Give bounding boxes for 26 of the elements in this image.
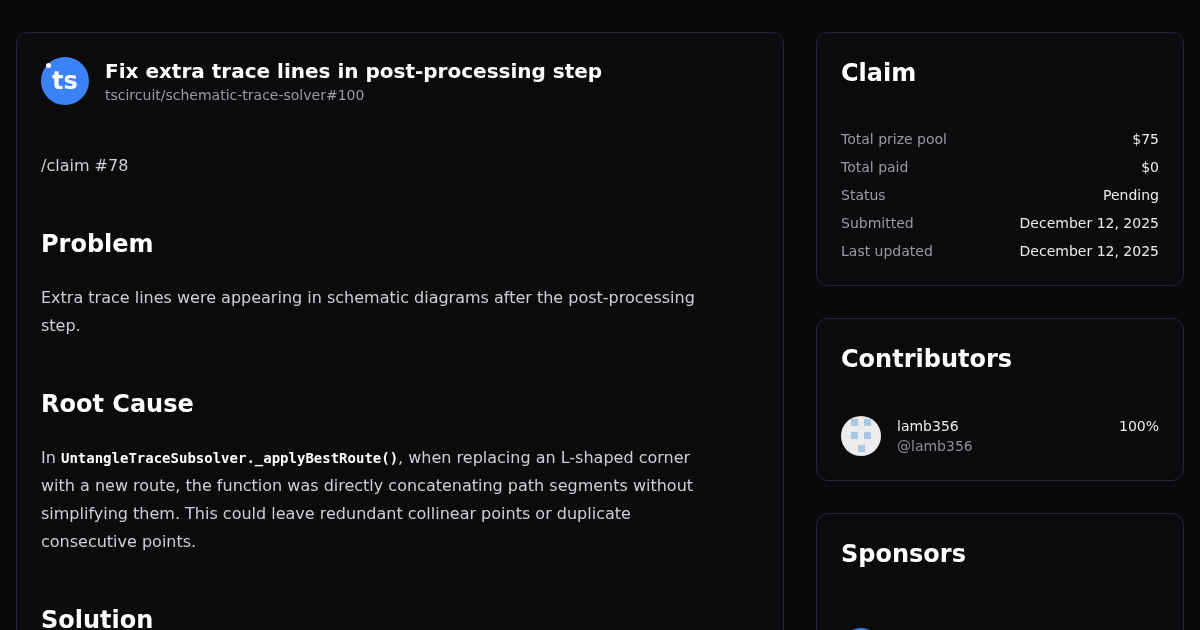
body-paragraph: Extra trace lines were appearing in schematic diagrams after the post-processing step. xyxy=(41,287,696,337)
contributor-name[interactable]: lamb356 xyxy=(897,416,959,436)
claim-value: December 12, 2025 xyxy=(1019,242,1159,261)
claim-label: Last updated xyxy=(841,242,933,261)
claim-value: $75 xyxy=(1132,130,1159,149)
section-heading: Problem xyxy=(41,229,154,260)
contributor-handle: @lamb356 xyxy=(897,437,973,456)
logo-text: ts xyxy=(52,69,78,93)
claim-value: Pending xyxy=(1103,186,1159,205)
body-paragraph: /claim #78 xyxy=(41,155,129,177)
identicon-avatar-icon xyxy=(841,416,881,456)
section-heading: Solution xyxy=(41,605,154,630)
section-heading: Root Cause xyxy=(41,389,194,420)
card-title: Sponsors xyxy=(841,539,967,570)
body-paragraph: In UntangleTraceSubsolver._applyBestRoute(), when replacing an L-shaped corner with a new route, the function was directly concatenating path segments without simplifying them. This could leave redundant collinear points or duplicate consecutive points. xyxy=(41,447,695,553)
contributor-share: 100% xyxy=(1118,417,1159,436)
repo-reference[interactable]: tscircuit/schematic-trace-solver#100 xyxy=(105,85,365,105)
claim-value: December 12, 2025 xyxy=(1019,214,1159,233)
card-title: Claim xyxy=(841,58,918,89)
claim-label: Status xyxy=(841,186,886,205)
issue-title: Fix extra trace lines in post-processing step xyxy=(105,58,603,85)
claim-label: Submitted xyxy=(841,214,914,233)
claim-value: $0 xyxy=(1141,158,1159,177)
card-title: Contributors xyxy=(841,344,1014,375)
claim-label: Total prize pool xyxy=(841,130,947,149)
claim-label: Total paid xyxy=(841,158,909,177)
